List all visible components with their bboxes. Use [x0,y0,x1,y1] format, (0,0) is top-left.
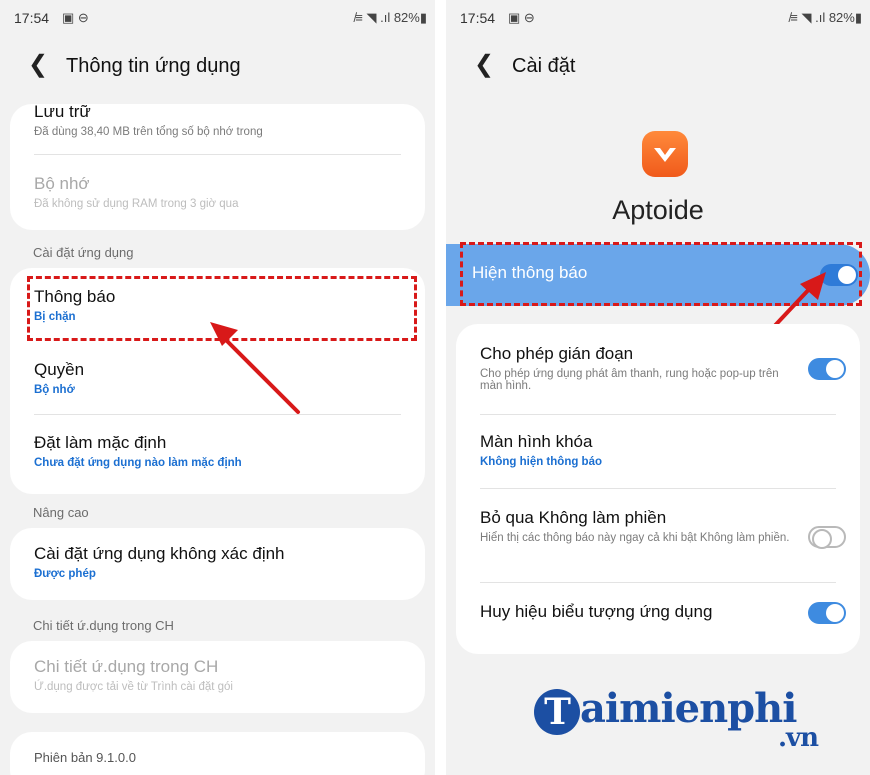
unknown-sources-subtitle: Được phép [34,568,96,580]
divider [480,582,836,583]
unknown-sources-title: Cài đặt ứng dụng không xác định [34,544,285,563]
signal-battery-indicator: ̸≡ ◥ .ıl 82%▮ [355,10,427,25]
store-card: Chi tiết ứ.dụng trong CH Ứ.dụng được tải… [10,641,425,713]
allow-interruptions-subtitle: Cho phép ứng dụng phát âm thanh, rung ho… [480,368,779,392]
divider [480,488,836,489]
permissions-subtitle: Bộ nhớ [34,384,75,396]
annotation-box-show-notifications [460,242,862,306]
status-time: 17:54 [14,10,50,26]
dnd-override-subtitle: Hiển thị các thông báo này ngay cả khi b… [480,532,790,544]
version-text: Phiên bản 9.1.0.0 [34,750,136,765]
back-chevron-icon[interactable]: ❮ [28,50,48,79]
set-as-default-subtitle: Chưa đặt ứng dụng nào làm mặc định [34,457,242,469]
store-details-item: Chi tiết ứ.dụng trong CH Ứ.dụng được tải… [34,657,401,693]
storage-title: Lưu trữ [34,102,91,121]
set-as-default-item[interactable]: Đặt làm mặc định Chưa đặt ứng dụng nào l… [34,433,401,469]
advanced-card: Cài đặt ứng dụng không xác định Được phé… [10,528,425,600]
section-header-app-settings: Cài đặt ứng dụng [33,245,134,260]
watermark-domain: .vn [778,723,819,753]
storage-memory-card: Lưu trữ Đã dùng 38,40 MB trên tổng số bộ… [10,102,425,230]
divider [480,414,836,415]
dnd-override-item[interactable]: Bỏ qua Không làm phiền Hiển thị các thôn… [480,508,790,544]
status-time: 17:54 [460,10,496,26]
page-title: Cài đặt [512,55,576,77]
memory-title: Bộ nhớ [34,174,90,193]
memory-item: Bộ nhớ Đã không sử dụng RAM trong 3 giờ … [34,174,401,210]
app-bar: ❮ Cài đặt [446,46,870,86]
watermark-brand: aimienphi [580,685,797,732]
aptoide-logo-icon [642,131,688,177]
page-title: Thông tin ứng dụng [66,55,241,77]
status-bar: 17:54 ▣ ⊖ ̸≡ ◥ .ıl 82%▮ [446,0,870,34]
notification-options-card: Cho phép gián đoạn Cho phép ứng dụng phá… [456,324,860,654]
lock-screen-item[interactable]: Màn hình khóa Không hiện thông báo [480,432,836,468]
app-info-screen: 17:54 ▣ ⊖ ̸≡ ◥ .ıl 82%▮ ❮ Thông tin ứng … [0,0,435,775]
taimienphi-watermark-logo: Taimienphi .vn [534,685,819,753]
app-icon-badges-item[interactable]: Huy hiệu biểu tượng ứng dụng [480,602,790,622]
app-icon-badges-toggle[interactable] [808,602,846,624]
dnd-override-title: Bỏ qua Không làm phiền [480,508,667,527]
panel-divider [435,0,446,775]
store-details-title: Chi tiết ứ.dụng trong CH [34,657,219,676]
app-name: Aptoide [612,195,704,225]
divider [34,414,401,415]
store-details-subtitle: Ứ.dụng được tải về từ Trình cài đặt gói [34,681,233,693]
set-as-default-title: Đặt làm mặc định [34,433,167,452]
signal-battery-indicator: ̸≡ ◥ .ıl 82%▮ [790,10,862,25]
storage-item[interactable]: Lưu trữ Đã dùng 38,40 MB trên tổng số bộ… [34,102,401,138]
app-icon-badges-title: Huy hiệu biểu tượng ứng dụng [480,602,713,621]
section-header-store: Chi tiết ứ.dụng trong CH [33,618,174,633]
notification-icons: ▣ ⊖ [508,10,535,25]
unknown-sources-item[interactable]: Cài đặt ứng dụng không xác định Được phé… [34,544,401,580]
lock-screen-subtitle: Không hiện thông báo [480,456,603,468]
storage-subtitle: Đã dùng 38,40 MB trên tổng số bộ nhớ tro… [34,126,263,138]
notification-settings-screen: 17:54 ▣ ⊖ ̸≡ ◥ .ıl 82%▮ ❮ Cài đặt Aptoid… [446,0,870,775]
section-header-advanced: Nâng cao [33,505,89,520]
permissions-title: Quyền [34,360,85,379]
taimienphi-t-icon: T [534,689,580,735]
permissions-item[interactable]: Quyền Bộ nhớ [34,360,401,396]
version-card: Phiên bản 9.1.0.0 [10,732,425,775]
allow-interruptions-toggle[interactable] [808,358,846,380]
allow-interruptions-title: Cho phép gián đoạn [480,344,634,363]
lock-screen-title: Màn hình khóa [480,432,593,451]
app-bar: ❮ Thông tin ứng dụng [0,46,435,86]
annotation-box-notifications [27,276,417,341]
back-chevron-icon[interactable]: ❮ [474,50,494,79]
status-bar: 17:54 ▣ ⊖ ̸≡ ◥ .ıl 82%▮ [0,0,435,34]
notification-icons: ▣ ⊖ [62,10,89,25]
allow-interruptions-item[interactable]: Cho phép gián đoạn Cho phép ứng dụng phá… [480,344,790,392]
dnd-override-toggle[interactable] [808,526,846,549]
divider [34,154,401,155]
memory-subtitle: Đã không sử dụng RAM trong 3 giờ qua [34,198,239,210]
